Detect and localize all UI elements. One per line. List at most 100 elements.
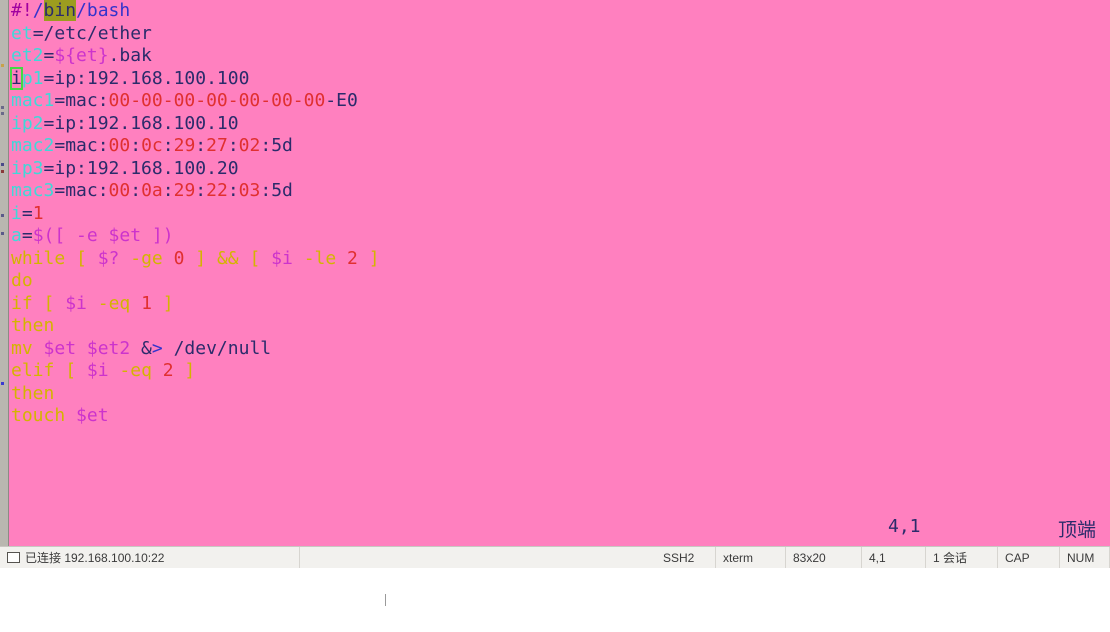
code-token: -eq <box>86 292 142 314</box>
code-token: $([ -e $et ]) <box>32 225 174 246</box>
code-token: 2 <box>162 360 174 381</box>
code-token: ] <box>357 247 380 269</box>
code-token: : <box>195 180 207 201</box>
code-token: -eq <box>108 360 163 381</box>
code-token: =ip:192.168.100.10 <box>43 112 239 134</box>
code-area[interactable]: #!/bin/bash et=/etc/ether et2=${et}.bak ip1… <box>10 0 1110 428</box>
status-caps: CAP <box>998 547 1060 568</box>
code-token: [ <box>249 247 272 269</box>
code-token: : <box>195 135 207 156</box>
code-token: 5d <box>271 180 293 201</box>
code-token: 29 <box>173 135 196 156</box>
code-token: if <box>11 292 44 314</box>
code-token: 5d <box>271 135 293 156</box>
code-token: && <box>206 247 250 269</box>
code-token: 0a <box>141 180 163 201</box>
code-token: -le <box>292 247 348 269</box>
status-size: 83x20 <box>786 547 862 568</box>
code-token: =ip:192.168.100.20 <box>43 157 239 179</box>
code-token: $et <box>76 405 109 426</box>
code-token: ip3 <box>11 157 44 179</box>
gutter-mark <box>1 232 4 235</box>
code-token: 00 <box>108 135 131 156</box>
code-token: : <box>130 135 142 156</box>
code-token: : <box>260 180 272 201</box>
code-line: then <box>11 383 1110 406</box>
code-token: i <box>11 202 22 224</box>
code-line: do <box>11 270 1110 293</box>
code-token: = <box>21 202 33 224</box>
code-token: 00 <box>108 180 131 201</box>
code-line: a=$([ -e $et ]) <box>11 225 1110 248</box>
status-protocol: SSH2 <box>656 547 716 568</box>
code-token: 0 <box>173 247 185 269</box>
vim-ruler: 4,1 顶端 <box>0 513 1110 542</box>
code-line: elif [ $i -eq 2 ] <box>11 360 1110 383</box>
text-caret <box>385 594 386 606</box>
code-token: bin <box>43 0 77 21</box>
code-token: do <box>11 270 33 291</box>
code-token: et2 <box>11 45 44 66</box>
code-token: ] <box>173 360 196 381</box>
code-token: then <box>11 315 55 336</box>
gutter-mark <box>1 170 4 173</box>
code-token: touch <box>11 405 77 426</box>
terminal-pane[interactable]: #!/bin/bash et=/etc/ether et2=${et}.bak ip1… <box>0 0 1110 546</box>
code-token: 27 <box>206 135 228 156</box>
gutter-mark <box>1 106 4 109</box>
code-line: ip2=ip:192.168.100.10 <box>11 113 1110 136</box>
app-window: #!/bin/bash et=/etc/ether et2=${et}.bak ip1… <box>0 0 1110 632</box>
code-token: $i <box>65 292 87 314</box>
code-token: =/etc/ether <box>32 22 152 44</box>
text-cursor: i <box>10 66 23 90</box>
code-token: [ <box>76 247 98 269</box>
code-line: then <box>11 315 1110 338</box>
gutter-mark <box>1 382 4 385</box>
code-token: -E0 <box>325 90 358 111</box>
code-line: while [ $? -ge 0 ] && [ $i -le 2 ] <box>11 248 1110 271</box>
code-token: while <box>11 247 77 269</box>
code-token: 0c <box>141 135 163 156</box>
code-token: /dev/null <box>162 337 272 359</box>
gutter-mark <box>1 214 4 217</box>
code-token: 00-00-00-00-00-00-00 <box>108 90 326 111</box>
code-line: et=/etc/ether <box>11 23 1110 46</box>
code-token: : <box>162 135 174 156</box>
code-token: ] <box>184 247 207 269</box>
code-token: : <box>130 180 142 201</box>
code-token: = <box>43 45 55 66</box>
code-line: et2=${et}.bak <box>11 45 1110 68</box>
gutter-mark <box>1 112 4 115</box>
code-line: mv $et $et2 &> /dev/null <box>11 338 1110 361</box>
code-token: [ <box>43 292 66 314</box>
code-token: p1 <box>21 67 44 89</box>
code-token: 1 <box>32 202 44 224</box>
code-token: 02 <box>238 135 261 156</box>
code-token: =ip:192.168.100.100 <box>43 67 250 89</box>
code-token: : <box>162 180 174 201</box>
code-token: et <box>11 22 33 44</box>
code-token: = <box>21 225 33 246</box>
cursor-position: 4,1 <box>888 516 921 537</box>
code-token: /bash <box>76 0 131 21</box>
code-token: [ <box>65 360 87 381</box>
code-token: ${et} <box>54 45 109 66</box>
code-line: touch $et <box>11 405 1110 428</box>
status-sessions: 1 会话 <box>926 547 998 568</box>
code-token: : <box>260 135 272 156</box>
status-bar: 已连接 192.168.100.10:22 SSH2 xterm 83x20 4… <box>0 546 1110 568</box>
code-token: : <box>227 135 239 156</box>
code-token: 03 <box>238 180 261 201</box>
code-line: if [ $i -eq 1 ] <box>11 293 1110 316</box>
code-line: mac3=mac:00:0a:29:22:03:5d <box>11 180 1110 203</box>
code-token: $et $et2 <box>43 337 131 359</box>
code-token: : <box>227 180 239 201</box>
code-line: mac1=mac:00-00-00-00-00-00-00-E0 <box>11 90 1110 113</box>
code-token: ip2 <box>11 112 44 134</box>
code-line: i=1 <box>11 203 1110 226</box>
code-token: mac1 <box>11 90 55 111</box>
code-token: mv <box>11 337 44 359</box>
code-token: mac2 <box>11 135 55 156</box>
status-connection: 已连接 192.168.100.10:22 <box>0 547 300 568</box>
editor-gutter[interactable] <box>0 0 9 546</box>
